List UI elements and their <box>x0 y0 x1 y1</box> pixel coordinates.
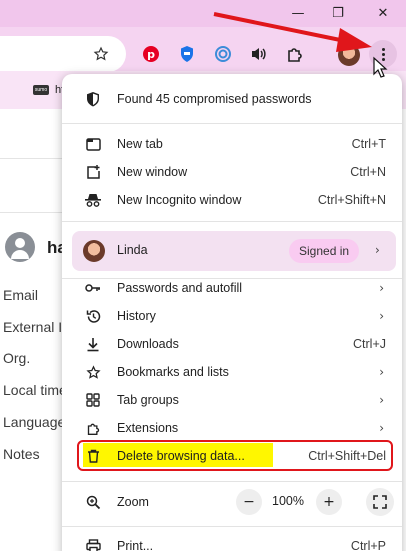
shortcut-label: Ctrl+Shift+N <box>317 193 386 207</box>
field-label-org: Org. <box>3 350 31 366</box>
chevron-right-icon: › <box>379 309 384 323</box>
printer-icon <box>84 537 102 551</box>
extension-target-icon[interactable] <box>212 43 234 65</box>
zoom-level: 100% <box>272 494 304 508</box>
profile-item[interactable]: Linda Signed in › <box>72 231 396 271</box>
fullscreen-icon <box>373 495 387 509</box>
key-icon <box>84 279 102 297</box>
downloads-item[interactable]: Downloads Ctrl+J <box>62 331 402 357</box>
shortcut-label: Ctrl+N <box>350 165 386 179</box>
shortcut-label: Ctrl+T <box>351 137 386 151</box>
divider <box>0 158 62 159</box>
title-bar: — ❐ ✕ <box>0 0 406 27</box>
field-label-notes: Notes <box>3 446 40 462</box>
signed-in-badge: Signed in <box>289 239 360 263</box>
field-label-language: Language <box>3 414 66 430</box>
new-tab-icon <box>84 135 102 153</box>
bookmarks-lists-item[interactable]: Bookmarks and lists › <box>62 359 402 385</box>
field-label-external: External I <box>3 319 63 335</box>
chevron-right-icon: › <box>375 243 380 257</box>
new-window-item[interactable]: New window Ctrl+N <box>62 159 402 185</box>
fullscreen-button[interactable] <box>366 488 394 516</box>
key-shield-icon <box>84 90 102 108</box>
kebab-menu-icon[interactable] <box>369 40 397 68</box>
chrome-main-menu: Found 45 compromised passwords New tab C… <box>62 74 402 551</box>
print-item[interactable]: Print... Ctrl+P <box>62 533 402 551</box>
minimize-icon: — <box>291 6 305 21</box>
star-icon[interactable] <box>90 43 112 65</box>
zoom-item: Zoom <box>62 489 402 515</box>
incognito-icon <box>84 191 102 209</box>
download-icon <box>84 335 102 353</box>
profile-name: Linda <box>117 243 148 257</box>
sumo-logo-icon: sumo <box>33 85 49 95</box>
zoom-icon <box>84 493 102 511</box>
chevron-right-icon: › <box>379 365 384 379</box>
close-icon: ✕ <box>377 6 389 21</box>
user-avatar <box>5 232 35 262</box>
star-icon <box>84 363 102 381</box>
tab-groups-item[interactable]: Tab groups › <box>62 387 402 413</box>
shortcut-label: Ctrl+J <box>353 337 386 351</box>
field-label-local-time: Local time <box>3 382 67 398</box>
shortcut-label: Ctrl+P <box>350 539 386 551</box>
bookmark-item[interactable]: sumo ht <box>33 84 64 96</box>
close-window-button[interactable]: ✕ <box>363 0 403 27</box>
menu-divider <box>62 221 402 222</box>
field-label-email: Email <box>3 287 39 303</box>
pinterest-icon[interactable]: p <box>140 43 162 65</box>
chevron-right-icon: › <box>379 421 384 435</box>
avatar <box>83 240 105 262</box>
restore-button[interactable]: ❐ <box>318 0 358 27</box>
divider <box>0 212 62 213</box>
puzzle-extensions-icon <box>84 419 102 437</box>
extensions-item[interactable]: Extensions › <box>62 415 402 441</box>
restore-icon: ❐ <box>332 6 344 21</box>
tab-groups-icon <box>84 391 102 409</box>
profile-avatar[interactable] <box>338 44 360 66</box>
new-tab-item[interactable]: New tab Ctrl+T <box>62 131 402 157</box>
menu-divider <box>62 123 402 124</box>
minimize-button[interactable]: — <box>278 0 318 27</box>
new-window-icon <box>84 163 102 181</box>
annotation-red-box <box>77 440 393 471</box>
menu-divider <box>62 526 402 527</box>
puzzle-extensions-icon[interactable] <box>284 43 306 65</box>
history-item[interactable]: History › <box>62 303 402 329</box>
history-icon <box>84 307 102 325</box>
menu-divider <box>62 481 402 482</box>
password-alert-item[interactable]: Found 45 compromised passwords <box>62 86 402 112</box>
svg-text:p: p <box>147 48 155 61</box>
new-incognito-item[interactable]: New Incognito window Ctrl+Shift+N <box>62 187 402 213</box>
zoom-out-button[interactable]: − <box>236 489 262 515</box>
chevron-right-icon: › <box>379 281 384 295</box>
speaker-icon[interactable] <box>248 43 270 65</box>
passwords-autofill-item[interactable]: Passwords and autofill › <box>62 275 402 301</box>
zoom-in-button[interactable]: + <box>316 489 342 515</box>
extension-shield-icon[interactable] <box>176 43 198 65</box>
chevron-right-icon: › <box>379 393 384 407</box>
